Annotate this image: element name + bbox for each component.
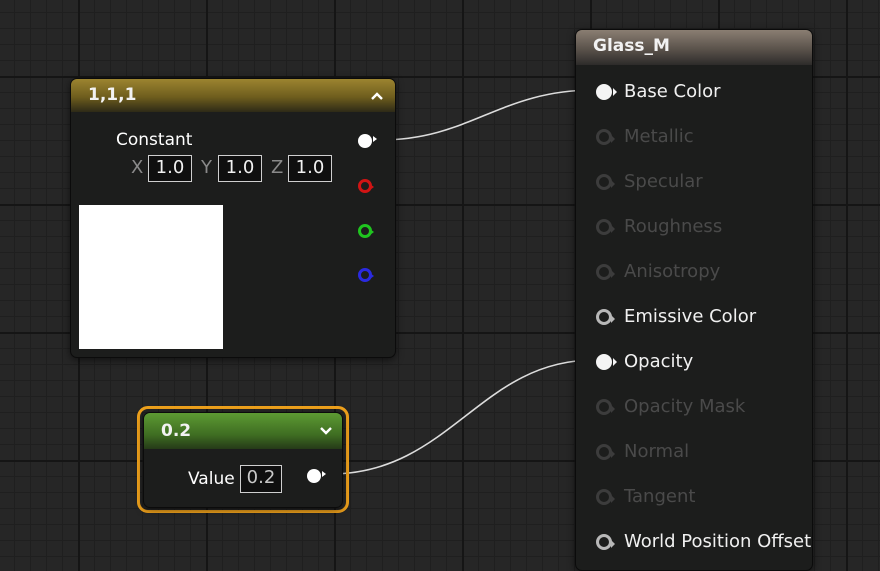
material-result-node[interactable]: Glass_M Base Color Metallic Specular Roughn… bbox=[575, 29, 813, 571]
scalar-node-title: 0.2 bbox=[161, 421, 192, 441]
constant-label: Constant bbox=[116, 130, 193, 150]
material-input-pin[interactable] bbox=[596, 84, 617, 100]
material-pin-label: Tangent bbox=[624, 486, 696, 507]
material-input-pin[interactable] bbox=[596, 354, 617, 370]
material-input-pin[interactable] bbox=[596, 534, 615, 550]
material-pin-label: Normal bbox=[624, 441, 690, 462]
collapse-chevron-up-icon[interactable] bbox=[367, 79, 387, 112]
material-pin-label: World Position Offset bbox=[624, 531, 812, 552]
material-input-pin[interactable] bbox=[596, 444, 615, 460]
material-pin-label: Metallic bbox=[624, 126, 694, 147]
material-pin-label: Opacity Mask bbox=[624, 396, 746, 417]
material-node-header[interactable]: Glass_M bbox=[576, 30, 812, 65]
material-pin-row[interactable]: Specular bbox=[576, 171, 812, 193]
material-pin-row[interactable]: Metallic bbox=[576, 126, 812, 148]
collapse-chevron-down-icon[interactable] bbox=[316, 413, 336, 449]
wire-constant-to-base-color bbox=[379, 89, 595, 141]
red-output-pin[interactable] bbox=[358, 179, 374, 193]
z-axis-label: Z bbox=[271, 157, 284, 178]
scalar-node[interactable]: 0.2 Value 0.2 bbox=[143, 412, 343, 508]
rgb-output-pin[interactable] bbox=[358, 134, 377, 148]
material-node-title: Glass_M bbox=[593, 36, 670, 56]
z-value-input[interactable]: 1.0 bbox=[288, 155, 332, 182]
x-value-input[interactable]: 1.0 bbox=[148, 155, 192, 182]
green-output-pin[interactable] bbox=[358, 224, 374, 238]
material-pin-row[interactable]: Roughness bbox=[576, 216, 812, 238]
blue-output-pin[interactable] bbox=[358, 268, 374, 282]
material-pin-row[interactable]: Tangent bbox=[576, 486, 812, 508]
material-input-pin[interactable] bbox=[596, 489, 615, 505]
material-pin-label: Anisotropy bbox=[624, 261, 721, 282]
scalar-node-header[interactable]: 0.2 bbox=[144, 413, 342, 449]
scalar-value-input[interactable]: 0.2 bbox=[240, 465, 282, 493]
material-input-pin[interactable] bbox=[596, 129, 615, 145]
material-input-pin[interactable] bbox=[596, 309, 615, 325]
constant-vector-node[interactable]: 1,1,1 Constant X 1.0 Y 1.0 Z 1.0 bbox=[70, 78, 396, 358]
material-pin-row[interactable]: Base Color bbox=[576, 81, 812, 103]
scalar-output-pin[interactable] bbox=[307, 469, 326, 483]
material-pin-label: Roughness bbox=[624, 216, 723, 237]
material-input-pin[interactable] bbox=[596, 264, 615, 280]
y-value-input[interactable]: 1.0 bbox=[218, 155, 262, 182]
material-pin-row[interactable]: Opacity Mask bbox=[576, 396, 812, 418]
constant-node-title: 1,1,1 bbox=[88, 85, 137, 105]
wire-scalar-to-opacity bbox=[329, 359, 595, 475]
material-pin-label: Opacity bbox=[624, 351, 694, 372]
material-input-pin[interactable] bbox=[596, 399, 615, 415]
material-input-pin[interactable] bbox=[596, 219, 615, 235]
material-input-pin[interactable] bbox=[596, 174, 615, 190]
constant-node-header[interactable]: 1,1,1 bbox=[71, 79, 395, 112]
material-pin-row[interactable]: Anisotropy bbox=[576, 261, 812, 283]
material-pin-row[interactable]: Opacity bbox=[576, 351, 812, 373]
material-pin-label: Base Color bbox=[624, 81, 721, 102]
color-preview-swatch bbox=[79, 205, 223, 349]
material-pin-label: Emissive Color bbox=[624, 306, 757, 327]
x-axis-label: X bbox=[131, 157, 144, 178]
material-pin-row[interactable]: Emissive Color bbox=[576, 306, 812, 328]
material-pin-row[interactable]: World Position Offset bbox=[576, 531, 812, 553]
scalar-value-label: Value bbox=[188, 469, 235, 489]
material-pin-row[interactable]: Normal bbox=[576, 441, 812, 463]
y-axis-label: Y bbox=[201, 157, 212, 178]
material-pin-label: Specular bbox=[624, 171, 703, 192]
